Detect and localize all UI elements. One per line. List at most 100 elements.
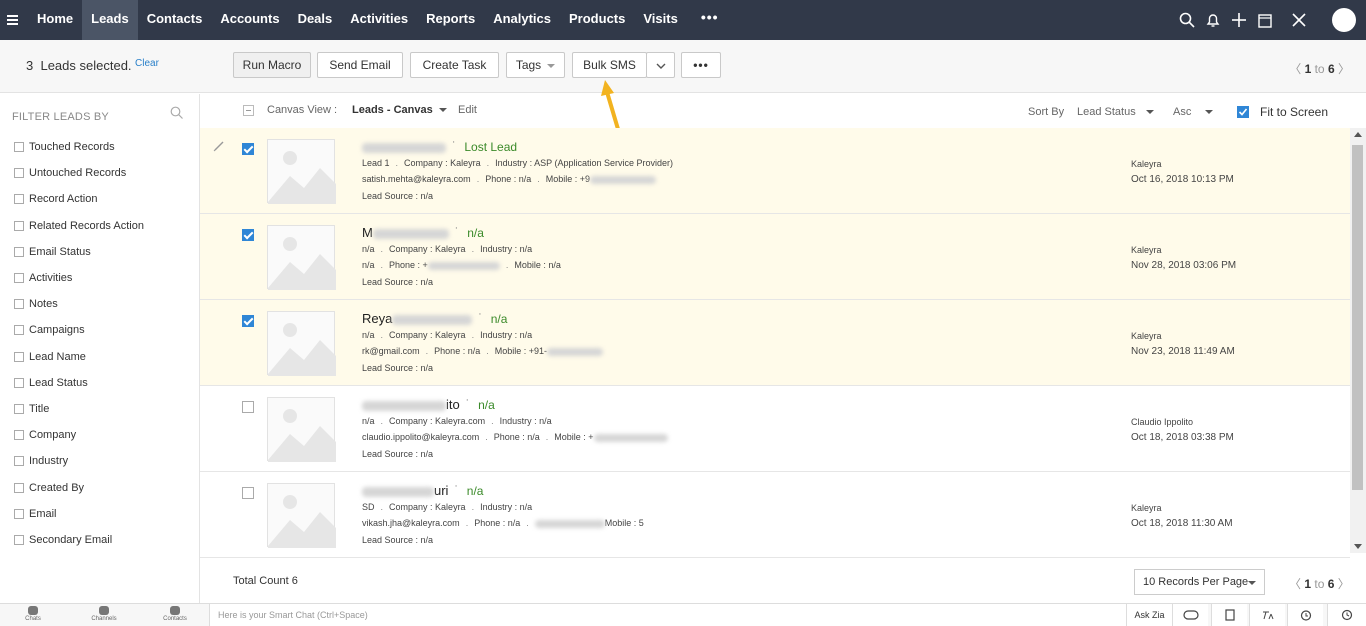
smart-chat-input[interactable]: Here is your Smart Chat (Ctrl+Space) — [209, 604, 1126, 626]
ask-zia-button[interactable]: Ask Zia — [1126, 604, 1172, 626]
tab-accounts[interactable]: Accounts — [211, 0, 288, 40]
filter-item[interactable]: Campaigns — [14, 317, 144, 343]
sort-direction-select[interactable]: Asc — [1173, 106, 1214, 118]
checkbox[interactable] — [14, 325, 24, 336]
filter-item[interactable]: Title — [14, 396, 144, 422]
checkbox[interactable] — [14, 456, 24, 467]
filter-item[interactable]: Secondary Email — [14, 527, 144, 553]
checkbox[interactable] — [14, 508, 24, 519]
filter-item[interactable]: Industry — [14, 448, 144, 474]
record-checkbox[interactable] — [242, 487, 254, 499]
tab-visits[interactable]: Visits — [634, 0, 686, 40]
pager-next[interactable]: 〉 — [1338, 577, 1350, 591]
clear-selection-link[interactable]: Clear — [135, 58, 159, 69]
lead-name[interactable]: ito ˙ n/a — [362, 397, 495, 412]
notes-icon[interactable] — [1211, 604, 1247, 626]
channels-button[interactable]: Channels — [84, 606, 124, 622]
tab-contacts[interactable]: Contacts — [138, 0, 212, 40]
checkbox[interactable] — [14, 273, 24, 284]
filter-item[interactable]: Related Records Action — [14, 213, 144, 239]
translate-icon[interactable] — [1249, 604, 1285, 626]
checkbox[interactable] — [14, 142, 24, 153]
filter-item[interactable]: Email — [14, 501, 144, 527]
checkbox[interactable] — [14, 299, 24, 310]
edit-canvas-link[interactable]: Edit — [458, 104, 477, 116]
lead-name[interactable]: uri ˙ n/a — [362, 483, 483, 498]
calendar-icon[interactable] — [1252, 0, 1278, 40]
lead-record-card[interactable]: M ˙ n/a n/a. Company : Kaleyra. Industry : n… — [200, 214, 1350, 300]
create-task-button[interactable]: Create Task — [410, 52, 499, 78]
bulk-sms-dropdown-button[interactable] — [646, 52, 675, 78]
lead-record-card[interactable]: Reya ˙ n/a n/a. Company : Kaleyra. Industry … — [200, 300, 1350, 386]
filter-item[interactable]: Email Status — [14, 239, 144, 265]
canvas-view-select[interactable]: Leads - Canvas — [352, 104, 447, 116]
pencil-icon[interactable] — [213, 140, 225, 152]
checkbox[interactable] — [14, 351, 24, 362]
scroll-up-icon[interactable] — [1354, 132, 1362, 137]
lead-name[interactable]: ˙ Lost Lead — [362, 139, 517, 154]
fit-to-screen-checkbox[interactable] — [1237, 106, 1249, 118]
filter-item[interactable]: Activities — [14, 265, 144, 291]
checkbox[interactable] — [14, 246, 24, 257]
search-icon[interactable] — [1174, 0, 1200, 40]
checkbox[interactable] — [14, 220, 24, 231]
record-checkbox[interactable] — [242, 229, 254, 241]
bell-icon[interactable] — [1200, 0, 1226, 40]
checkbox[interactable] — [14, 482, 24, 493]
select-all-checkbox[interactable] — [243, 105, 254, 116]
tab-analytics[interactable]: Analytics — [484, 0, 560, 40]
checkbox[interactable] — [14, 534, 24, 545]
more-tabs-button[interactable]: ••• — [687, 0, 733, 40]
pager-prev[interactable]: 〈 — [1289, 62, 1301, 76]
filter-item[interactable]: Lead Status — [14, 370, 144, 396]
records-per-page-select[interactable]: 10 Records Per Page — [1134, 569, 1265, 595]
lead-record-card[interactable]: ito ˙ n/a n/a. Company : Kaleyra.com. Indust… — [200, 386, 1350, 472]
run-macro-button[interactable]: Run Macro — [233, 52, 311, 78]
lead-record-card[interactable]: uri ˙ n/a SD. Company : Kaleyra. Industry : … — [200, 472, 1350, 558]
record-checkbox[interactable] — [242, 401, 254, 413]
tab-activities[interactable]: Activities — [341, 0, 417, 40]
tab-home[interactable]: Home — [28, 0, 82, 40]
checkbox[interactable] — [14, 194, 24, 205]
lead-record-card[interactable]: ˙ Lost Lead Lead 1. Company : Kaleyra. Indu… — [200, 128, 1350, 214]
alarm-clock-icon[interactable] — [1287, 604, 1323, 626]
record-checkbox[interactable] — [242, 143, 254, 155]
hamburger-menu-icon[interactable] — [7, 15, 18, 25]
checkbox[interactable] — [14, 430, 24, 441]
checkbox[interactable] — [14, 168, 24, 179]
bulk-sms-button[interactable]: Bulk SMS — [572, 52, 647, 78]
lead-name[interactable]: M ˙ n/a — [362, 225, 484, 240]
record-checkbox[interactable] — [242, 315, 254, 327]
scroll-down-icon[interactable] — [1354, 544, 1362, 549]
filter-item[interactable]: Notes — [14, 291, 144, 317]
checkbox[interactable] — [14, 403, 24, 414]
plus-icon[interactable] — [1226, 0, 1252, 40]
filter-item[interactable]: Company — [14, 422, 144, 448]
tags-button[interactable]: Tags — [506, 52, 565, 78]
filter-item[interactable]: Created By — [14, 474, 144, 500]
history-icon[interactable] — [1327, 604, 1366, 626]
checkbox[interactable] — [14, 377, 24, 388]
tab-reports[interactable]: Reports — [417, 0, 484, 40]
filter-item[interactable]: Touched Records — [14, 134, 144, 160]
sort-field-select[interactable]: Lead Status — [1077, 106, 1154, 118]
record-list-scrollbar[interactable] — [1350, 128, 1366, 553]
filter-item[interactable]: Record Action — [14, 186, 144, 212]
tab-deals[interactable]: Deals — [289, 0, 342, 40]
tools-icon[interactable] — [1286, 0, 1312, 40]
gamepad-icon[interactable] — [1172, 604, 1208, 626]
lead-name[interactable]: Reya ˙ n/a — [362, 311, 507, 326]
contacts-button[interactable]: Contacts — [155, 606, 195, 622]
filter-item[interactable]: Untouched Records — [14, 160, 144, 186]
tab-leads[interactable]: Leads — [82, 0, 138, 40]
filter-item[interactable]: Lead Name — [14, 344, 144, 370]
avatar[interactable] — [1332, 8, 1356, 32]
tab-products[interactable]: Products — [560, 0, 634, 40]
scrollbar-thumb[interactable] — [1352, 145, 1363, 490]
send-email-button[interactable]: Send Email — [317, 52, 403, 78]
chats-button[interactable]: Chats — [13, 606, 53, 622]
search-icon[interactable] — [170, 106, 183, 119]
pager-prev[interactable]: 〈 — [1289, 577, 1301, 591]
more-actions-button[interactable]: ••• — [681, 52, 721, 78]
pager-next[interactable]: 〉 — [1338, 62, 1350, 76]
